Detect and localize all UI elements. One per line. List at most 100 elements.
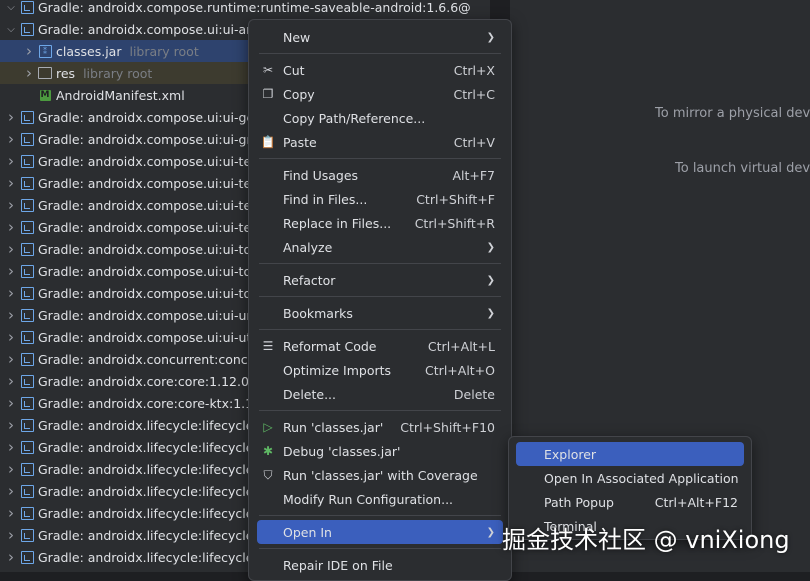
tree-row-label: Gradle: androidx.compose.ui:ui-test <box>38 197 263 213</box>
chevron-right-icon: ❯ <box>486 307 495 319</box>
chevron-right-icon[interactable]: › <box>4 548 18 566</box>
chevron-right-icon[interactable]: › <box>4 350 18 368</box>
library-icon <box>20 308 34 322</box>
library-icon <box>20 242 34 256</box>
library-icon <box>20 286 34 300</box>
chevron-right-icon[interactable]: › <box>4 174 18 192</box>
tree-row-label: Gradle: androidx.lifecycle:lifecycle-vi <box>38 549 269 565</box>
menu-item-copy[interactable]: ❐ Copy Ctrl+C <box>257 82 503 106</box>
chevron-right-icon[interactable]: › <box>22 42 36 60</box>
tree-row-label: Gradle: androidx.lifecycle:lifecycle-vi <box>38 527 269 543</box>
chevron-right-icon[interactable]: › <box>4 460 18 478</box>
library-icon <box>20 176 34 190</box>
menu-item-label: Reformat Code <box>283 338 377 354</box>
library-icon <box>20 264 34 278</box>
chevron-right-icon[interactable]: › <box>4 482 18 500</box>
library-icon <box>20 484 34 498</box>
menu-item-repair-ide-on-file[interactable]: Repair IDE on File <box>257 553 503 577</box>
chevron-right-icon[interactable]: › <box>4 372 18 390</box>
menu-item-optimize-imports[interactable]: Optimize Imports Ctrl+Alt+O <box>257 358 503 382</box>
submenu-item-explorer[interactable]: Explorer <box>516 442 744 466</box>
menu-item-label: Delete... <box>283 386 336 402</box>
menu-item-bookmarks[interactable]: Bookmarks ❯ <box>257 301 503 325</box>
menu-item-copy-path-reference[interactable]: Copy Path/Reference... <box>257 106 503 130</box>
menu-item-shortcut: Ctrl+C <box>453 86 495 102</box>
menu-item-label: Cut <box>283 62 305 78</box>
library-icon <box>20 440 34 454</box>
tree-row-label: AndroidManifest.xml <box>56 87 185 103</box>
library-icon <box>20 374 34 388</box>
jar-icon: ⁑ <box>38 44 52 58</box>
menu-item-open-in[interactable]: Open In ❯ <box>257 520 503 544</box>
menu-item-label: Bookmarks <box>283 305 353 321</box>
menu-item-find-in-files[interactable]: Find in Files... Ctrl+Shift+F <box>257 187 503 211</box>
library-icon <box>20 528 34 542</box>
chevron-right-icon[interactable]: › <box>4 262 18 280</box>
menu-item-find-usages[interactable]: Find Usages Alt+F7 <box>257 163 503 187</box>
menu-item-refactor[interactable]: Refactor ❯ <box>257 268 503 292</box>
chevron-right-icon: ❯ <box>486 31 495 43</box>
menu-item-debug-classes-jar[interactable]: ✱ Debug 'classes.jar' <box>257 439 503 463</box>
menu-item-shortcut: Ctrl+Alt+O <box>425 362 495 378</box>
library-icon <box>20 462 34 476</box>
menu-item-delete[interactable]: Delete... Delete <box>257 382 503 406</box>
chevron-right-icon: ❯ <box>486 274 495 286</box>
library-icon <box>20 506 34 520</box>
chevron-right-icon[interactable]: › <box>4 152 18 170</box>
menu-item-modify-run-configuration[interactable]: Modify Run Configuration... <box>257 487 503 511</box>
tree-row-label: Gradle: androidx.compose.ui:ui-test <box>38 175 263 191</box>
menu-item-run-classes-jar[interactable]: ▷ Run 'classes.jar' Ctrl+Shift+F10 <box>257 415 503 439</box>
tree-row-label: Gradle: androidx.lifecycle:lifecycle-co <box>38 417 273 433</box>
library-icon <box>20 110 34 124</box>
chevron-right-icon[interactable]: › <box>4 394 18 412</box>
library-icon <box>20 330 34 344</box>
menu-item-replace-in-files[interactable]: Replace in Files... Ctrl+Shift+R <box>257 211 503 235</box>
menu-item-label: Run 'classes.jar' <box>283 419 384 435</box>
chevron-down-icon[interactable]: ⌵ <box>4 24 18 35</box>
chevron-right-icon[interactable]: › <box>4 130 18 148</box>
library-icon <box>20 22 34 36</box>
library-icon <box>20 418 34 432</box>
chevron-right-icon[interactable]: › <box>4 526 18 544</box>
tree-row-label: Gradle: androidx.core:core-ktx:1.12. <box>38 395 266 411</box>
chevron-right-icon[interactable]: › <box>4 108 18 126</box>
menu-item-icon: ▷ <box>263 420 273 434</box>
tree-row[interactable]: ⌵ Gradle: androidx.compose.runtime:runtim… <box>0 0 490 18</box>
menu-item-new[interactable]: New ❯ <box>257 25 503 49</box>
chevron-right-icon[interactable]: › <box>4 218 18 236</box>
menu-item-run-classes-jar-with-coverage[interactable]: ⛉ Run 'classes.jar' with Coverage <box>257 463 503 487</box>
menu-item-icon: ☰ <box>262 339 274 353</box>
chevron-down-icon[interactable]: ⌵ <box>4 2 18 13</box>
menu-item-label: Find in Files... <box>283 191 368 207</box>
menu-item-label: Paste <box>283 134 317 150</box>
menu-item-paste[interactable]: 📋 Paste Ctrl+V <box>257 130 503 154</box>
menu-item-cut[interactable]: ✂ Cut Ctrl+X <box>257 58 503 82</box>
menu-separator <box>259 53 501 54</box>
chevron-right-icon[interactable]: › <box>4 240 18 258</box>
menu-item-label: Refactor <box>283 272 336 288</box>
submenu-item-open-in-associated-application[interactable]: Open In Associated Application <box>516 466 744 490</box>
chevron-right-icon[interactable]: › <box>4 328 18 346</box>
chevron-right-icon[interactable]: › <box>4 196 18 214</box>
chevron-right-icon: ❯ <box>486 526 495 538</box>
menu-separator <box>259 548 501 549</box>
tree-row-label: Gradle: androidx.compose.ui:ui-unit <box>38 307 263 323</box>
menu-separator <box>259 329 501 330</box>
chevron-right-icon[interactable]: › <box>4 284 18 302</box>
menu-separator <box>259 263 501 264</box>
chevron-right-icon[interactable]: › <box>4 416 18 434</box>
tree-row-label: Gradle: androidx.compose.ui:ui-text <box>38 219 264 235</box>
menu-item-reformat-code[interactable]: ☰ Reformat Code Ctrl+Alt+L <box>257 334 503 358</box>
chevron-right-icon[interactable]: › <box>4 438 18 456</box>
menu-item-label: Optimize Imports <box>283 362 392 378</box>
chevron-right-icon[interactable]: › <box>4 306 18 324</box>
menu-item-icon: ✂ <box>262 63 274 77</box>
launch-device-text: To launch virtual devic <box>675 161 810 176</box>
submenu-item-path-popup[interactable]: Path Popup Ctrl+Alt+F12 <box>516 490 744 514</box>
chevron-right-icon[interactable]: › <box>22 64 36 82</box>
folder-icon <box>38 66 52 80</box>
menu-item-shortcut: Ctrl+Shift+F <box>416 191 495 207</box>
menu-item-analyze[interactable]: Analyze ❯ <box>257 235 503 259</box>
menu-item-icon: 📋 <box>260 135 276 149</box>
chevron-right-icon[interactable]: › <box>4 504 18 522</box>
